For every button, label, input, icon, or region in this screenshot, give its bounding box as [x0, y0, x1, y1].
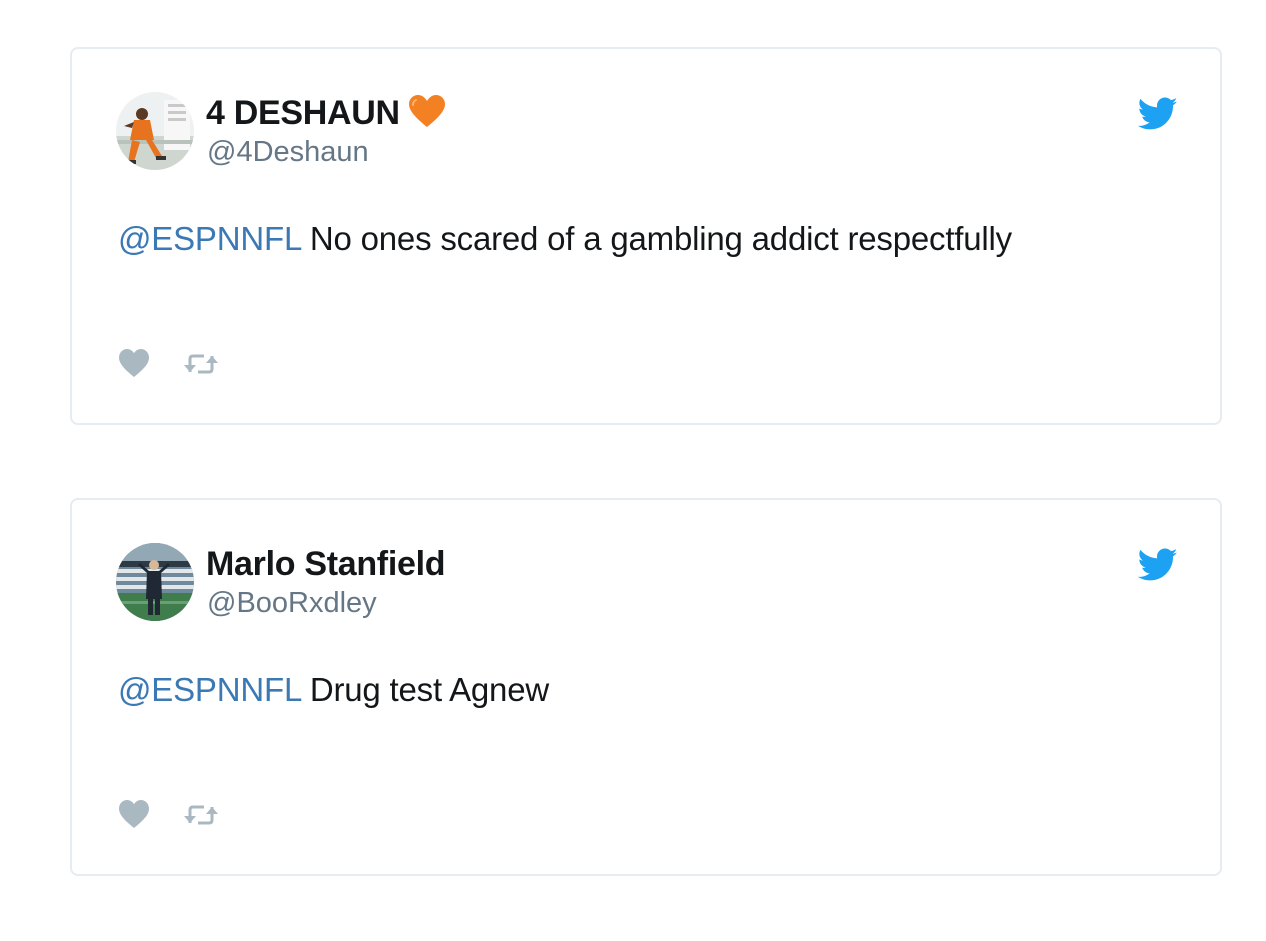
tweet-card: 4 DESHAUN @4Deshaun @ESPNNFL No ones sca… — [70, 47, 1222, 425]
tweet-text: @ESPNNFL No ones scared of a gambling ad… — [118, 217, 1012, 261]
twitter-bird-icon[interactable] — [1138, 548, 1178, 582]
orange-heart-icon — [408, 95, 445, 127]
tweet-text: @ESPNNFL Drug test Agnew — [118, 668, 549, 712]
display-name[interactable]: Marlo Stanfield — [206, 544, 446, 584]
display-name[interactable]: 4 DESHAUN — [206, 93, 446, 133]
mention-link[interactable]: @ESPNNFL — [118, 671, 301, 708]
heart-icon[interactable] — [118, 798, 150, 830]
user-handle[interactable]: @4Deshaun — [207, 135, 369, 169]
avatar[interactable] — [116, 543, 194, 621]
tweet-body: Drug test Agnew — [300, 671, 549, 708]
heart-icon[interactable] — [118, 347, 150, 379]
user-handle[interactable]: @BooRxdley — [207, 586, 377, 620]
display-name-text: 4 DESHAUN — [206, 94, 400, 132]
twitter-bird-icon[interactable] — [1138, 97, 1178, 131]
tweet-body: No ones scared of a gambling addict resp… — [300, 220, 1012, 257]
retweet-icon[interactable] — [184, 352, 218, 376]
avatar[interactable] — [116, 92, 194, 170]
tweet-card: Marlo Stanfield @BooRxdley @ESPNNFL Drug… — [70, 498, 1222, 876]
retweet-icon[interactable] — [184, 803, 218, 827]
mention-link[interactable]: @ESPNNFL — [118, 220, 301, 257]
